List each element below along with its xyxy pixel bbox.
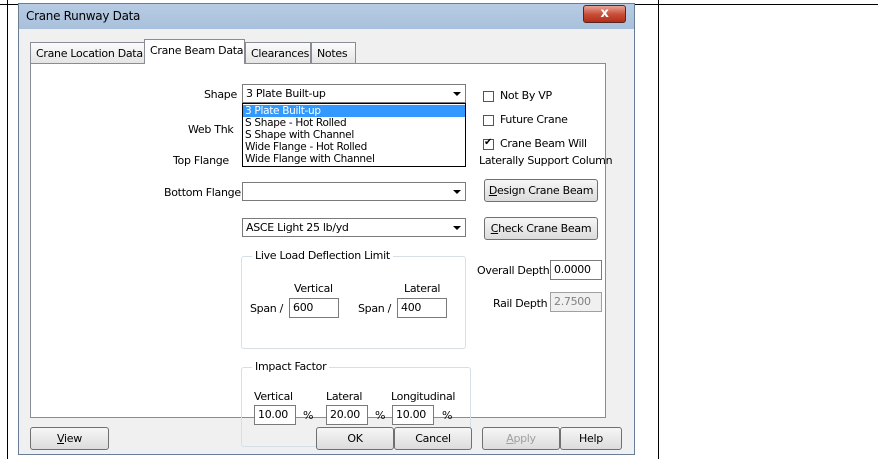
check-crane-beam-button[interactable]: Check Crane Beam	[484, 217, 598, 240]
rail-depth-label: Rail Depth	[493, 297, 548, 310]
tab-crane-location-data[interactable]: Crane Location Data	[30, 42, 145, 63]
shape-option[interactable]: Wide Flange - Hot Rolled	[243, 141, 465, 153]
impact-longitudinal-value: 10.00	[396, 408, 426, 421]
cancel-label: Cancel	[415, 432, 451, 445]
title-bar: Crane Runway Data x	[19, 4, 634, 29]
view-label: iew	[64, 432, 82, 445]
shape-select-value: 3 Plate Built-up	[246, 87, 326, 100]
window-title: Crane Runway Data	[26, 9, 141, 23]
tab-clearances[interactable]: Clearances	[245, 42, 311, 63]
percent-label: %	[303, 409, 314, 422]
dialog-client-area: Crane Location Data Crane Beam Data Clea…	[24, 29, 629, 450]
tab-notes[interactable]: Notes	[311, 42, 356, 63]
tab-label: Crane Location Data	[36, 47, 143, 60]
future-crane-label: Future Crane	[500, 113, 568, 126]
design-crane-beam-button[interactable]: Design Crane Beam	[484, 179, 598, 202]
tab-label: Notes	[317, 47, 348, 60]
apply-label: pply	[513, 432, 536, 445]
view-button[interactable]: View	[30, 427, 109, 450]
ok-label: OK	[347, 432, 363, 445]
shape-select[interactable]: 3 Plate Built-up	[242, 84, 466, 103]
not-by-vp-label: Not By VP	[500, 89, 552, 102]
not-by-vp-checkbox[interactable]	[483, 91, 494, 102]
design-crane-beam-accel: D	[488, 184, 497, 197]
impact-vertical-value: 10.00	[258, 408, 288, 421]
span-label-vertical: Span /	[250, 302, 284, 315]
chevron-down-icon[interactable]	[449, 86, 464, 101]
impact-vertical-input[interactable]: 10.00	[254, 405, 296, 425]
shape-label: Shape	[204, 88, 237, 101]
help-label: Help	[579, 432, 603, 445]
top-flange-label: Top Flange	[173, 154, 229, 167]
deflection-limit-group: Live Load Deflection Limit Vertical Late…	[241, 249, 466, 349]
rail-select-value: ASCE Light 25 lb/yd	[246, 221, 349, 234]
rail-depth-input: 2.7500	[550, 292, 602, 312]
impact-vertical-label: Vertical	[254, 390, 293, 403]
page-right-divider	[658, 0, 659, 459]
laterally-support-label-2: Laterally Support Column	[479, 154, 613, 167]
deflection-vertical-label: Vertical	[294, 282, 333, 295]
check-crane-beam-label: heck Crane Beam	[498, 222, 592, 235]
bottom-flange-select[interactable]	[242, 182, 466, 201]
page-left-border	[7, 0, 8, 459]
impact-lateral-label: Lateral	[326, 390, 363, 403]
deflection-limit-title: Live Load Deflection Limit	[252, 249, 393, 262]
help-button[interactable]: Help	[560, 427, 622, 450]
impact-longitudinal-input[interactable]: 10.00	[392, 405, 434, 425]
deflection-vertical-value: 600	[293, 301, 314, 314]
cancel-button[interactable]: Cancel	[394, 427, 472, 450]
deflection-lateral-label: Lateral	[404, 282, 441, 295]
rail-depth-value: 2.7500	[554, 295, 591, 308]
deflection-lateral-input[interactable]: 400	[397, 298, 447, 318]
span-label-lateral: Span /	[358, 302, 392, 315]
design-crane-beam-label: esign Crane Beam	[497, 184, 594, 197]
impact-lateral-value: 20.00	[330, 408, 360, 421]
impact-lateral-input[interactable]: 20.00	[326, 405, 368, 425]
shape-option[interactable]: S Shape with Channel	[243, 129, 465, 141]
crane-beam-data-panel: Shape 3 Plate Built-up 3 Plate Built-up …	[30, 63, 613, 447]
shape-dropdown-list: 3 Plate Built-up S Shape - Hot Rolled S …	[242, 103, 466, 167]
tab-label: Crane Beam Data	[150, 44, 244, 57]
tab-label: Clearances	[251, 47, 310, 60]
crane-runway-dialog: Crane Runway Data x Crane Location Data …	[18, 3, 635, 455]
impact-longitudinal-label: Longitudinal	[391, 390, 456, 403]
overall-depth-value: 0.0000	[554, 263, 591, 276]
shape-option[interactable]: S Shape - Hot Rolled	[243, 117, 465, 129]
shape-option[interactable]: 3 Plate Built-up	[243, 105, 465, 117]
chevron-down-icon[interactable]	[449, 184, 464, 199]
tab-crane-beam-data[interactable]: Crane Beam Data	[144, 39, 245, 64]
future-crane-checkbox[interactable]	[483, 115, 494, 126]
overall-depth-input[interactable]: 0.0000	[550, 260, 602, 280]
bottom-flange-label: Bottom Flange	[164, 186, 241, 199]
laterally-support-label-1: Crane Beam Will	[500, 137, 587, 150]
deflection-lateral-value: 400	[401, 301, 422, 314]
overall-depth-label: Overall Depth	[477, 264, 550, 277]
close-button[interactable]: x	[583, 5, 626, 23]
rail-select[interactable]: ASCE Light 25 lb/yd	[242, 218, 466, 237]
web-thk-label: Web Thk	[188, 123, 234, 136]
apply-button[interactable]: Apply	[482, 427, 560, 450]
chevron-down-icon[interactable]	[449, 220, 464, 235]
percent-label: %	[442, 409, 453, 422]
shape-option[interactable]: Wide Flange with Channel	[243, 153, 465, 165]
impact-factor-title: Impact Factor	[252, 360, 330, 373]
laterally-support-checkbox[interactable]	[483, 137, 494, 150]
view-accel: V	[57, 432, 65, 445]
percent-label: %	[375, 409, 386, 422]
ok-button[interactable]: OK	[316, 427, 394, 450]
deflection-vertical-input[interactable]: 600	[289, 298, 339, 318]
close-icon: x	[600, 6, 609, 21]
